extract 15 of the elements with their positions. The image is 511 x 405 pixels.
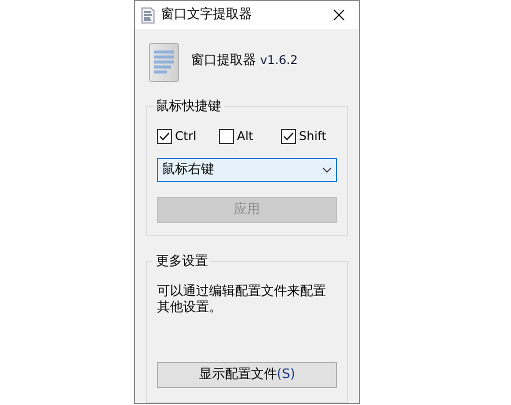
app-name-label: 窗口提取器 v1.6.2 [191,52,298,70]
checkbox-label[interactable]: Shift [299,127,326,145]
checkbox-label[interactable]: Alt [237,127,254,145]
checkbox-label[interactable]: Ctrl [175,127,196,145]
checkbox[interactable] [219,128,234,144]
app-icon [141,6,155,24]
checkbox[interactable] [157,128,172,144]
chevron-down-icon [322,167,332,173]
show-config-button[interactable]: 显示配置文件(S) [157,362,337,388]
description-text: 可以通过编辑配置文件来配置其他设置。 [157,284,327,316]
checkbox[interactable] [281,128,296,144]
document-icon [149,43,179,82]
mouse-button-dropdown[interactable]: 鼠标右键 [157,158,337,182]
window-title: 窗口文字提取器 [161,6,253,24]
close-icon [333,9,345,21]
